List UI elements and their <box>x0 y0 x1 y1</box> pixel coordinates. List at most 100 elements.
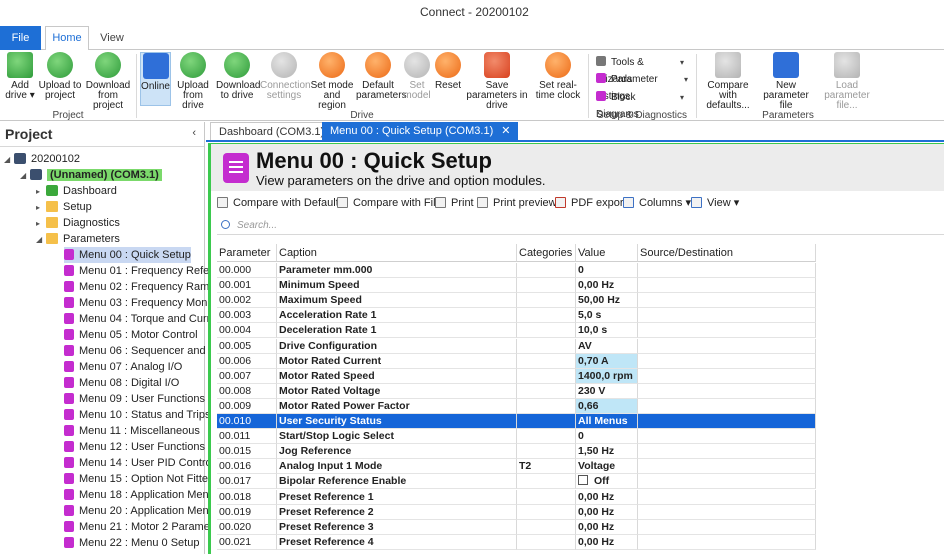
column-header-source[interactable]: Source/Destination <box>638 244 816 262</box>
tree-menu-item[interactable]: Menu 04 : Torque and Curre <box>64 311 216 327</box>
table-row[interactable]: 00.017 Bipolar Reference Enable Off <box>217 474 944 490</box>
tree-setup[interactable]: ▸ Setup <box>36 199 92 215</box>
cell-value[interactable]: 0,00 Hz <box>576 504 638 520</box>
add-drive-button[interactable]: Add drive ▾ <box>2 52 38 106</box>
table-row[interactable]: 00.010 User Security Status All Menus <box>217 414 944 429</box>
table-row[interactable]: 00.020 Preset Reference 3 0,00 Hz <box>217 519 944 535</box>
checkbox[interactable] <box>578 475 588 486</box>
tree-menu-item[interactable]: Menu 14 : User PID Control <box>64 455 214 471</box>
tree-menu-item[interactable]: Menu 01 : Frequency Refere <box>64 263 219 279</box>
print-button[interactable]: Print <box>435 195 474 211</box>
cell-value[interactable]: Off <box>576 474 638 490</box>
new-parameter-file-button[interactable]: New parameter file <box>758 52 814 111</box>
cell-value[interactable]: 0 <box>576 429 638 445</box>
set-mode-button[interactable]: Set mode and region <box>310 52 354 111</box>
default-parameters-button[interactable]: Default parameters <box>356 52 407 106</box>
table-row[interactable]: 00.004 Deceleration Rate 1 10,0 s <box>217 323 944 339</box>
column-header-categories[interactable]: Categories <box>517 244 576 262</box>
cell-value[interactable]: 0,70 A <box>576 353 638 369</box>
tree-expand-icon[interactable]: ◢ <box>4 152 14 168</box>
save-parameters-button[interactable]: Save parameters in drive <box>464 52 530 111</box>
compare-defaults-button[interactable]: Compare with Defaults <box>217 195 344 211</box>
upload-drive-button[interactable]: Upload from drive <box>172 52 214 111</box>
view-button[interactable]: View ▾ <box>691 195 739 211</box>
cell-value[interactable]: 230 V <box>576 383 638 399</box>
tree-expand-icon[interactable]: ▸ <box>36 200 46 216</box>
tree-expand-icon[interactable]: ▸ <box>36 184 46 200</box>
download-project-button[interactable]: Download from project <box>82 52 134 111</box>
table-row[interactable]: 00.009 Motor Rated Power Factor 0,66 <box>217 398 944 414</box>
tree-menu-item[interactable]: Menu 22 : Menu 0 Setup <box>64 535 199 551</box>
table-row[interactable]: 00.021 Preset Reference 4 0,00 Hz <box>217 534 944 550</box>
table-row[interactable]: 00.002 Maximum Speed 50,00 Hz <box>217 293 944 309</box>
tree-drive[interactable]: ◢ (Unnamed) (COM3.1) <box>20 167 162 183</box>
block-diagrams-button[interactable]: Block Diagrams ▾ <box>596 89 684 120</box>
collapse-panel-icon[interactable]: ‹ <box>192 127 196 139</box>
table-row[interactable]: 00.005 Drive Configuration AV <box>217 338 944 354</box>
tree-dashboard[interactable]: ▸ Dashboard <box>36 183 117 199</box>
cell-value[interactable]: 0,00 Hz <box>576 489 638 505</box>
tree-menu-item[interactable]: Menu 00 : Quick Setup <box>64 247 191 263</box>
print-preview-button[interactable]: Print preview <box>477 195 557 211</box>
tree-diagnostics[interactable]: ▸ Diagnostics <box>36 215 120 231</box>
parameter-listings-button[interactable]: Parameter Listings ▾ <box>596 71 688 102</box>
tree-menu-item[interactable]: Menu 11 : Miscellaneous <box>64 423 200 439</box>
tree-menu-item[interactable]: Menu 08 : Digital I/O <box>64 375 179 391</box>
compare-file-button[interactable]: Compare with File <box>337 195 442 211</box>
close-icon[interactable]: ✕ <box>501 125 510 137</box>
tree-menu-item[interactable]: Menu 12 : User Functions 2 <box>64 439 214 455</box>
cell-value[interactable]: 0 <box>576 263 638 278</box>
compare-defaults-ribbon-button[interactable]: Compare with defaults... <box>700 52 756 111</box>
tab-home[interactable]: Home <box>45 26 89 51</box>
download-drive-button[interactable]: Download to drive <box>216 52 260 106</box>
cell-value[interactable]: All Menus <box>576 414 638 429</box>
tab-view[interactable]: View <box>92 26 132 50</box>
tree-expand-icon[interactable]: ◢ <box>20 168 30 184</box>
tree-parameters[interactable]: ◢ Parameters <box>36 231 120 247</box>
tree-menu-item[interactable]: Menu 09 : User Functions 1 <box>64 391 214 407</box>
tree-menu-item[interactable]: Menu 10 : Status and Trips <box>64 407 210 423</box>
cell-value[interactable]: 50,00 Hz <box>576 293 638 309</box>
table-row[interactable]: 00.011 Start/Stop Logic Select 0 <box>217 429 944 445</box>
tree-expand-icon[interactable]: ◢ <box>36 232 46 248</box>
load-parameter-file-button[interactable]: Load parameter file... <box>816 52 878 111</box>
connection-settings-button[interactable]: Connection settings <box>260 52 311 106</box>
tree-menu-item[interactable]: Menu 06 : Sequencer and C <box>64 343 217 359</box>
tree-menu-item[interactable]: Menu 07 : Analog I/O <box>64 359 182 375</box>
tree-expand-icon[interactable]: ▸ <box>36 216 46 232</box>
column-header-value[interactable]: Value <box>576 244 638 262</box>
cell-value[interactable]: 1,50 Hz <box>576 444 638 460</box>
tree-menu-item[interactable]: Menu 21 : Motor 2 Paramet <box>64 519 213 535</box>
search-input[interactable]: Search... <box>217 217 944 235</box>
tree-menu-item[interactable]: Menu 15 : Option Not Fitte <box>64 471 208 487</box>
upload-project-button[interactable]: Upload to project <box>38 52 82 106</box>
tools-wizards-button[interactable]: Tools & Wizards ▾ <box>596 54 684 85</box>
table-row[interactable]: 00.019 Preset Reference 2 0,00 Hz <box>217 504 944 520</box>
column-header-parameter[interactable]: Parameter <box>217 244 277 262</box>
table-row[interactable]: 00.000 Parameter mm.000 0 <box>217 263 944 278</box>
cell-value[interactable]: 0,00 Hz <box>576 278 638 294</box>
pdf-export-button[interactable]: PDF export <box>555 195 627 211</box>
table-row[interactable]: 00.008 Motor Rated Voltage 230 V <box>217 383 944 399</box>
table-row[interactable]: 00.003 Acceleration Rate 1 5,0 s <box>217 308 944 324</box>
tree-menu-item[interactable]: Menu 02 : Frequency Ramp <box>64 279 215 295</box>
cell-value[interactable]: 5,0 s <box>576 308 638 324</box>
columns-button[interactable]: Columns ▾ <box>623 195 691 211</box>
tree-root[interactable]: ◢ 20200102 <box>4 151 80 167</box>
tab-dashboard[interactable]: Dashboard (COM3.1) <box>210 122 334 140</box>
tree-menu-item[interactable]: Menu 03 : Frequency Monit <box>64 295 213 311</box>
cell-value[interactable]: 0,66 <box>576 398 638 414</box>
cell-value[interactable]: 0,00 Hz <box>576 534 638 550</box>
tab-menu00[interactable]: Menu 00 : Quick Setup (COM3.1) ✕ <box>322 122 519 140</box>
reset-button[interactable]: Reset <box>434 52 462 106</box>
online-button[interactable]: Online <box>140 52 171 106</box>
table-row[interactable]: 00.001 Minimum Speed 0,00 Hz <box>217 278 944 294</box>
cell-value[interactable]: 0,00 Hz <box>576 519 638 535</box>
cell-value[interactable]: AV <box>576 338 638 354</box>
table-row[interactable]: 00.015 Jog Reference 1,50 Hz <box>217 444 944 460</box>
set-model-button[interactable]: Set model <box>402 52 432 106</box>
tree-menu-item[interactable]: Menu 18 : Application Menu <box>64 487 215 503</box>
table-row[interactable]: 00.018 Preset Reference 1 0,00 Hz <box>217 489 944 505</box>
cell-value[interactable]: Voltage <box>576 459 638 475</box>
table-row[interactable]: 00.006 Motor Rated Current 0,70 A <box>217 353 944 369</box>
